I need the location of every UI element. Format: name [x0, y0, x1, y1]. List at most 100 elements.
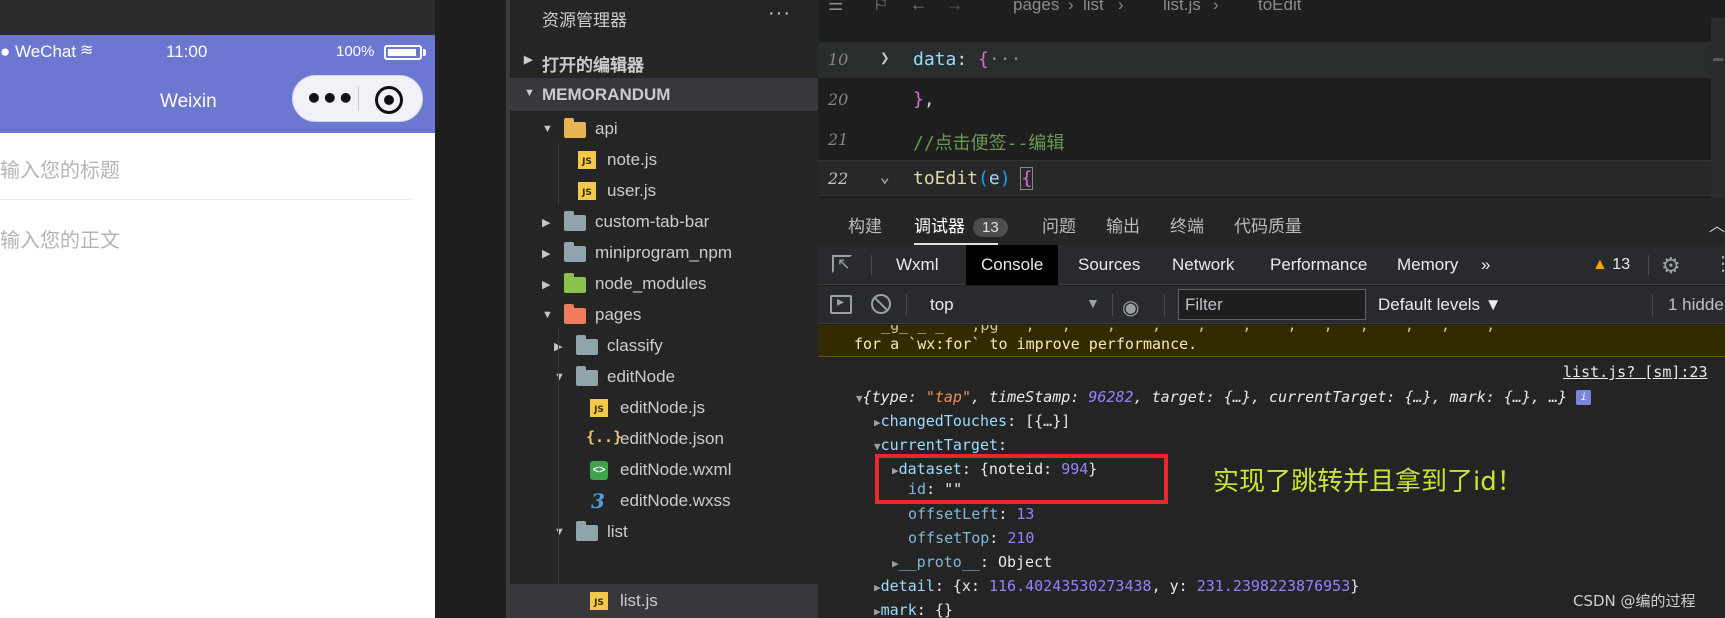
- info-icon: i: [1576, 390, 1592, 405]
- close-mini-program-icon[interactable]: [375, 86, 403, 114]
- inspect-element-icon[interactable]: [832, 254, 852, 274]
- phone-nav-bar: Weixin •••: [0, 69, 435, 133]
- prop-current-target[interactable]: ▼currentTarget:: [874, 436, 1007, 454]
- expand-right-icon: ▶: [874, 416, 881, 429]
- code-token: ): [999, 168, 1022, 189]
- tree-item-list[interactable]: ▼ list: [510, 515, 818, 549]
- warning-counter[interactable]: ▲ 13: [1592, 245, 1630, 285]
- prop-value: 210: [1007, 529, 1035, 547]
- value-type: "tap": [925, 388, 971, 406]
- tree-item-label: list.js: [620, 591, 658, 610]
- detail-x: 116.40243530273438: [989, 577, 1152, 595]
- code-text: data: {···: [913, 49, 1021, 70]
- tree-item-label: pages: [595, 305, 642, 324]
- bottom-panel: 构建 调试器 13 问题 输出 终端 代码质量 ︿ Wxml Console So…: [818, 198, 1725, 618]
- prop-changed-touches[interactable]: ▶changedTouches: [{…}]: [874, 412, 1070, 430]
- tree-item-node-modules[interactable]: ▶ node_modules: [510, 267, 818, 301]
- tab-code-quality[interactable]: 代码质量: [1234, 212, 1302, 237]
- log-levels-dropdown[interactable]: Default levels ▼: [1378, 295, 1502, 315]
- line-number: 10: [828, 50, 849, 69]
- tree-item-user-js[interactable]: JS user.js: [510, 174, 818, 208]
- breadcrumb-item[interactable]: list: [1083, 0, 1104, 15]
- capsule-menu[interactable]: •••: [292, 75, 423, 122]
- list-icon: ☰: [828, 0, 844, 14]
- event-object-summary[interactable]: ▼{type: "tap", timeStamp: 96282, target:…: [856, 388, 1592, 406]
- json-file-icon: {..}: [586, 428, 623, 446]
- chevron-right-icon[interactable]: ❯: [880, 48, 890, 67]
- more-tabs-icon[interactable]: »: [1473, 245, 1498, 285]
- code-editor[interactable]: ☰ ⚐ ← → pages › list › list.js › toEdit …: [818, 0, 1725, 198]
- code-token: {: [978, 49, 989, 70]
- source-link[interactable]: list.js? [sm]:23: [1563, 363, 1708, 381]
- devtools-tab-console[interactable]: Console: [966, 245, 1059, 285]
- code-line[interactable]: 20 },: [818, 82, 1725, 118]
- code-line[interactable]: 10 ❯ data: {···: [818, 42, 1725, 78]
- chevron-down-icon[interactable]: ⌄: [880, 167, 890, 186]
- tab-problems[interactable]: 问题: [1042, 212, 1076, 237]
- forward-arrow-icon[interactable]: →: [946, 0, 963, 15]
- explorer-header: 资源管理器 ···: [510, 0, 818, 34]
- tab-build[interactable]: 构建: [848, 212, 882, 237]
- separator-gap: [435, 0, 510, 618]
- devtools-tab-sources[interactable]: Sources: [1066, 245, 1152, 285]
- tree-item-classify[interactable]: ▶ classify: [510, 329, 818, 363]
- annotation-highlight-box: [875, 454, 1168, 504]
- chevron-up-icon[interactable]: ︿: [1709, 212, 1725, 236]
- code-line-current[interactable]: 22 ⌄ toEdit(e) {: [818, 160, 1725, 196]
- breadcrumb-sep: ›: [1068, 0, 1074, 14]
- breadcrumb-item[interactable]: list.js: [1163, 0, 1201, 15]
- tree-item-editnode-wxss[interactable]: 3 editNode.wxss: [510, 484, 818, 518]
- scroll-marker: [1713, 58, 1723, 61]
- explorer-more-icon[interactable]: ···: [768, 2, 791, 25]
- gear-icon[interactable]: ⚙: [1661, 253, 1681, 279]
- devtools-tab-wxml[interactable]: Wxml: [884, 245, 950, 285]
- tree-item-editnode-json[interactable]: {..} editNode.json: [510, 422, 818, 456]
- code-line[interactable]: 21 //点击便签--编辑: [818, 122, 1725, 158]
- tree-item-pages[interactable]: ▼ pages: [510, 298, 818, 332]
- filter-input[interactable]: [1178, 289, 1366, 320]
- eye-icon[interactable]: ◉: [1122, 295, 1139, 320]
- section-open-editors[interactable]: ▶ 打开的编辑器: [510, 44, 818, 77]
- context-select[interactable]: top ▼: [918, 286, 1110, 324]
- tab-output[interactable]: 输出: [1106, 212, 1140, 237]
- divider: [1112, 294, 1113, 316]
- devtools-tab-performance[interactable]: Performance: [1258, 245, 1379, 285]
- title-input[interactable]: 输入您的标题: [0, 154, 412, 200]
- tree-item-editnode-js[interactable]: JS editNode.js: [510, 391, 818, 425]
- devtools-tab-memory[interactable]: Memory: [1385, 245, 1470, 285]
- devtools-tab-network[interactable]: Network: [1160, 245, 1246, 285]
- more-icon[interactable]: •••: [305, 82, 355, 115]
- sidebar-toggle-icon[interactable]: [830, 293, 852, 314]
- kebab-menu-icon[interactable]: ⋮: [1713, 251, 1725, 276]
- breadcrumb-item[interactable]: pages: [1013, 0, 1059, 15]
- tree-item-custom-tab-bar[interactable]: ▶ custom-tab-bar: [510, 205, 818, 239]
- tab-debugger[interactable]: 调试器 13: [914, 212, 1008, 237]
- js-file-icon: JS: [590, 592, 608, 610]
- prop-detail[interactable]: ▶detail: {x: 116.40243530273438, y: 231.…: [874, 577, 1359, 595]
- code-token: {: [1020, 167, 1034, 190]
- devtools-tab-bar: Wxml Console Sources Network Performance…: [818, 245, 1725, 285]
- body-input[interactable]: 输入您的正文: [0, 224, 412, 253]
- explorer-title: 资源管理器: [542, 11, 627, 30]
- tree-item-editnode-wxml[interactable]: <> editNode.wxml: [510, 453, 818, 487]
- prop-mark[interactable]: ▶mark: {}: [874, 601, 953, 618]
- back-arrow-icon[interactable]: ←: [910, 0, 927, 15]
- line-number: 21: [828, 130, 849, 149]
- tree-item-list-js[interactable]: JS list.js: [510, 584, 818, 618]
- tree-item-editnode[interactable]: ▼ editNode: [510, 360, 818, 394]
- breadcrumb-item[interactable]: toEdit: [1258, 0, 1301, 15]
- prop-proto[interactable]: ▶__proto__: Object: [892, 553, 1052, 571]
- clear-console-icon[interactable]: [871, 294, 891, 314]
- bookmark-icon[interactable]: ⚐: [873, 0, 888, 15]
- tab-terminal[interactable]: 终端: [1170, 212, 1204, 237]
- editor-scrollbar[interactable]: [1711, 18, 1725, 198]
- tree-item-miniprogram-npm[interactable]: ▶ miniprogram_npm: [510, 236, 818, 270]
- section-project[interactable]: ▼ MEMORANDUM: [510, 78, 818, 111]
- tree-item-label: editNode: [607, 367, 676, 386]
- tree-item-note-js[interactable]: JS note.js: [510, 143, 818, 177]
- phone-simulator: ● WeChat ≋ 11:00 100% Weixin ••• 输入您的标题 …: [0, 0, 435, 618]
- code-text: toEdit(e) {: [913, 167, 1034, 190]
- expand-right-icon: ▶: [874, 581, 881, 594]
- prop-key: offsetTop: [908, 529, 990, 547]
- tree-item-api[interactable]: ▼ api: [510, 112, 818, 146]
